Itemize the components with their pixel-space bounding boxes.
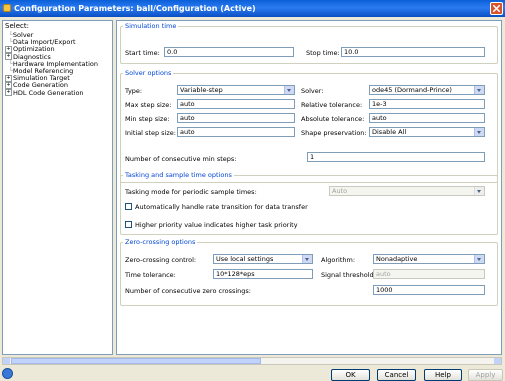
type-label: Type: [125, 87, 143, 95]
periodic-tasking-value: Auto [332, 187, 348, 195]
chevron-down-icon [302, 255, 312, 263]
apply-button[interactable]: Apply [468, 369, 503, 381]
zero-crossing-control-select[interactable]: Use local settings [213, 254, 313, 264]
shape-preservation-select[interactable]: Disable All [369, 127, 485, 137]
title-bar[interactable]: Configuration Parameters: ball/Configura… [0, 0, 505, 17]
zero-crossing-control-label: Zero-crossing control: [125, 256, 197, 264]
stop-time-label: Stop time: [306, 49, 340, 57]
help-icon[interactable] [2, 368, 13, 379]
algorithm-select[interactable]: Nonadaptive [373, 254, 485, 264]
cancel-button[interactable]: Cancel [377, 369, 416, 381]
tree-item-label: HDL Code Generation [13, 88, 84, 97]
simulation-time-title: Simulation time [123, 22, 179, 30]
time-tolerance-input[interactable]: 10*128*eps [213, 269, 313, 279]
max-step-input[interactable]: auto [177, 99, 295, 109]
auto-rate-transition-checkbox[interactable] [125, 203, 132, 210]
zero-crossing-title: Zero-crossing options [123, 238, 198, 246]
tree-header: Select: [5, 22, 29, 30]
chevron-down-icon [474, 187, 484, 195]
consecutive-min-steps-label: Number of consecutive min steps: [125, 155, 237, 163]
min-step-input[interactable]: auto [177, 113, 295, 123]
config-panel: Simulation time Start time: 0.0 Stop tim… [116, 20, 502, 355]
relative-tolerance-input[interactable]: 1e-3 [369, 99, 485, 109]
time-tolerance-label: Time tolerance: [125, 271, 176, 279]
relative-tolerance-label: Relative tolerance: [301, 101, 363, 109]
consecutive-zero-crossings-input[interactable]: 1000 [373, 285, 485, 295]
higher-priority-checkbox[interactable] [125, 221, 132, 228]
shape-preservation-value: Disable All [372, 128, 407, 136]
periodic-tasking-select[interactable]: Auto [329, 186, 485, 196]
consecutive-min-steps-input[interactable]: 1 [307, 152, 485, 162]
absolute-tolerance-label: Absolute tolerance: [301, 115, 365, 123]
start-time-input[interactable]: 0.0 [164, 47, 294, 57]
algorithm-value: Nonadaptive [376, 255, 418, 263]
absolute-tolerance-input[interactable]: auto [369, 113, 485, 123]
stop-time-input[interactable]: 10.0 [341, 47, 485, 57]
tasking-title: Tasking and sample time options [123, 171, 234, 179]
solver-options-title: Solver options [123, 69, 174, 77]
solver-select[interactable]: ode45 (Dormand-Prince) [369, 85, 485, 95]
type-select[interactable]: Variable-step [177, 85, 295, 95]
signal-threshold-input[interactable]: auto [373, 269, 485, 279]
chevron-down-icon [474, 255, 484, 263]
scroll-right-arrow-icon[interactable] [494, 358, 501, 364]
type-value: Variable-step [180, 86, 223, 94]
auto-rate-transition-label: Automatically handle rate transition for… [135, 203, 308, 211]
ok-button[interactable]: OK [331, 369, 370, 381]
expand-icon[interactable]: + [5, 89, 12, 97]
horizontal-scrollbar[interactable] [2, 357, 502, 365]
help-button[interactable]: Help [424, 369, 462, 381]
category-tree: Select: └Solver └Data Import/Export + Optim… [2, 20, 113, 355]
algorithm-label: Algorithm: [321, 256, 356, 264]
close-icon [493, 5, 500, 12]
simulation-time-group [120, 26, 498, 64]
scrollbar-thumb[interactable] [11, 358, 261, 364]
solver-value: ode45 (Dormand-Prince) [372, 86, 452, 94]
higher-priority-label: Higher priority value indicates higher t… [135, 221, 298, 229]
zero-crossing-control-value: Use local settings [216, 255, 274, 263]
start-time-label: Start time: [125, 49, 160, 57]
window-title: Configuration Parameters: ball/Configura… [14, 4, 256, 13]
chevron-down-icon [474, 128, 484, 136]
signal-threshold-label: Signal threshold: [321, 271, 376, 279]
tree-item[interactable]: + HDL Code Generation [5, 89, 84, 97]
min-step-label: Min step size: [125, 115, 170, 123]
max-step-label: Max step size: [125, 101, 172, 109]
periodic-tasking-label: Tasking mode for periodic sample times: [125, 188, 257, 196]
initial-step-input[interactable]: auto [177, 127, 295, 137]
initial-step-label: Initial step size: [125, 129, 176, 137]
solver-label: Solver: [301, 87, 324, 95]
chevron-down-icon [474, 86, 484, 94]
shape-preservation-label: Shape preservation: [301, 129, 367, 137]
close-button[interactable] [490, 2, 503, 15]
simulink-app-icon [3, 4, 11, 12]
chevron-down-icon [284, 86, 294, 94]
consecutive-zero-crossings-label: Number of consecutive zero crossings: [125, 287, 251, 295]
scroll-left-arrow-icon[interactable] [3, 358, 10, 364]
